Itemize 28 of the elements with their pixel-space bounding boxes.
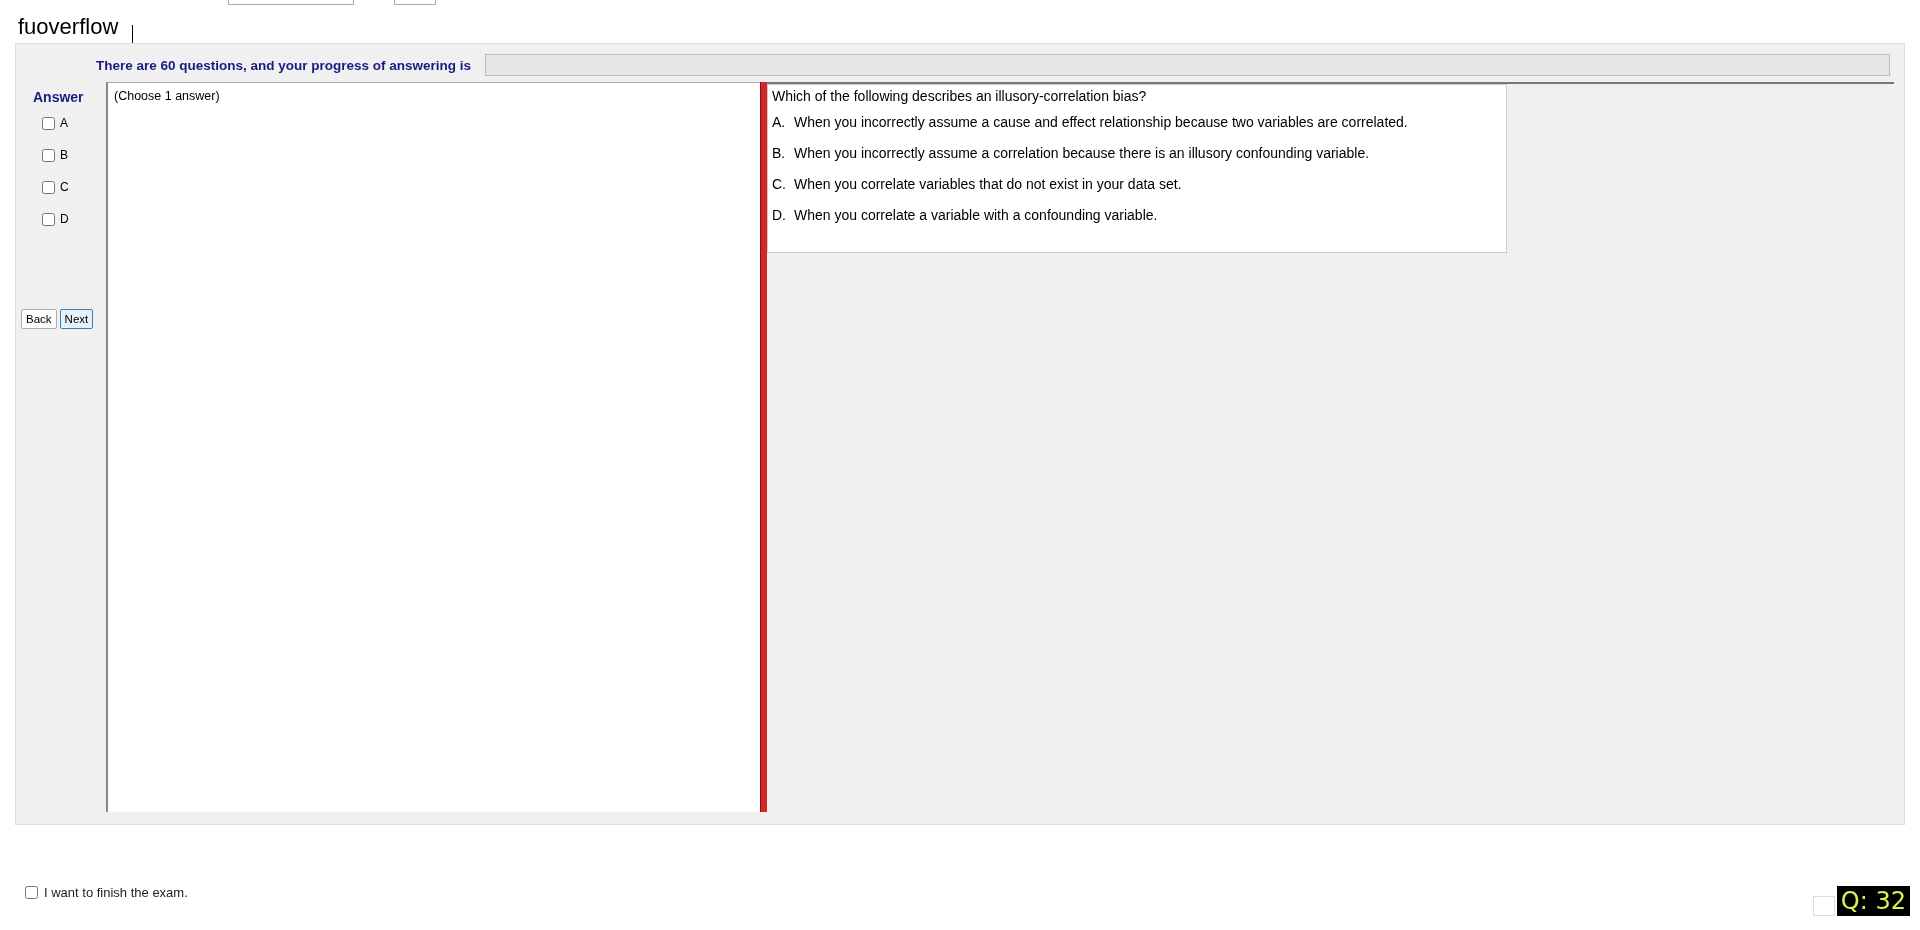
answer-checkbox[interactable] bbox=[42, 116, 55, 130]
choice-letter: B. bbox=[772, 145, 786, 161]
option-label: B bbox=[60, 148, 68, 162]
text-cursor bbox=[132, 25, 134, 43]
option-label: D bbox=[60, 212, 69, 226]
answer-checkbox[interactable] bbox=[42, 212, 55, 226]
choice-text: When you correlate variables that do not exist in your data set. bbox=[794, 176, 1182, 192]
option-label: A bbox=[60, 116, 68, 130]
choice-text: When you incorrectly assume a correlation because there is an illusory confounding variable. bbox=[794, 145, 1370, 161]
nav-button[interactable]: Back bbox=[21, 309, 57, 329]
answer-heading: Answer bbox=[33, 89, 84, 105]
choice-letter: A. bbox=[772, 114, 786, 130]
answer-checkbox[interactable] bbox=[42, 180, 55, 194]
nav-button[interactable]: Next bbox=[59, 309, 94, 329]
input-field[interactable] bbox=[1812, 896, 1835, 916]
choice-text: When you incorrectly assume a cause and effect relationship because two variables are correlated. bbox=[794, 114, 1408, 130]
option-label: C bbox=[60, 180, 69, 194]
progress-label: There are 60 questions, and your progress of answering is bbox=[96, 57, 472, 73]
answer-checkbox[interactable] bbox=[42, 148, 55, 162]
finish-checkbox[interactable] bbox=[25, 886, 38, 899]
instruction-text: (Choose 1 answer) bbox=[113, 88, 221, 105]
question-counter: Q: 32 bbox=[1836, 886, 1910, 916]
choice-letter: D. bbox=[772, 207, 786, 223]
choice-letter: C. bbox=[772, 176, 786, 192]
choice-text: When you correlate a variable with a confounding variable. bbox=[794, 207, 1158, 223]
question-text: Which of the following describes an illusory-correlation bias? bbox=[772, 88, 1148, 104]
brand-name: fuoverflow bbox=[18, 14, 119, 40]
finish-label: I want to finish the exam. bbox=[44, 885, 188, 900]
